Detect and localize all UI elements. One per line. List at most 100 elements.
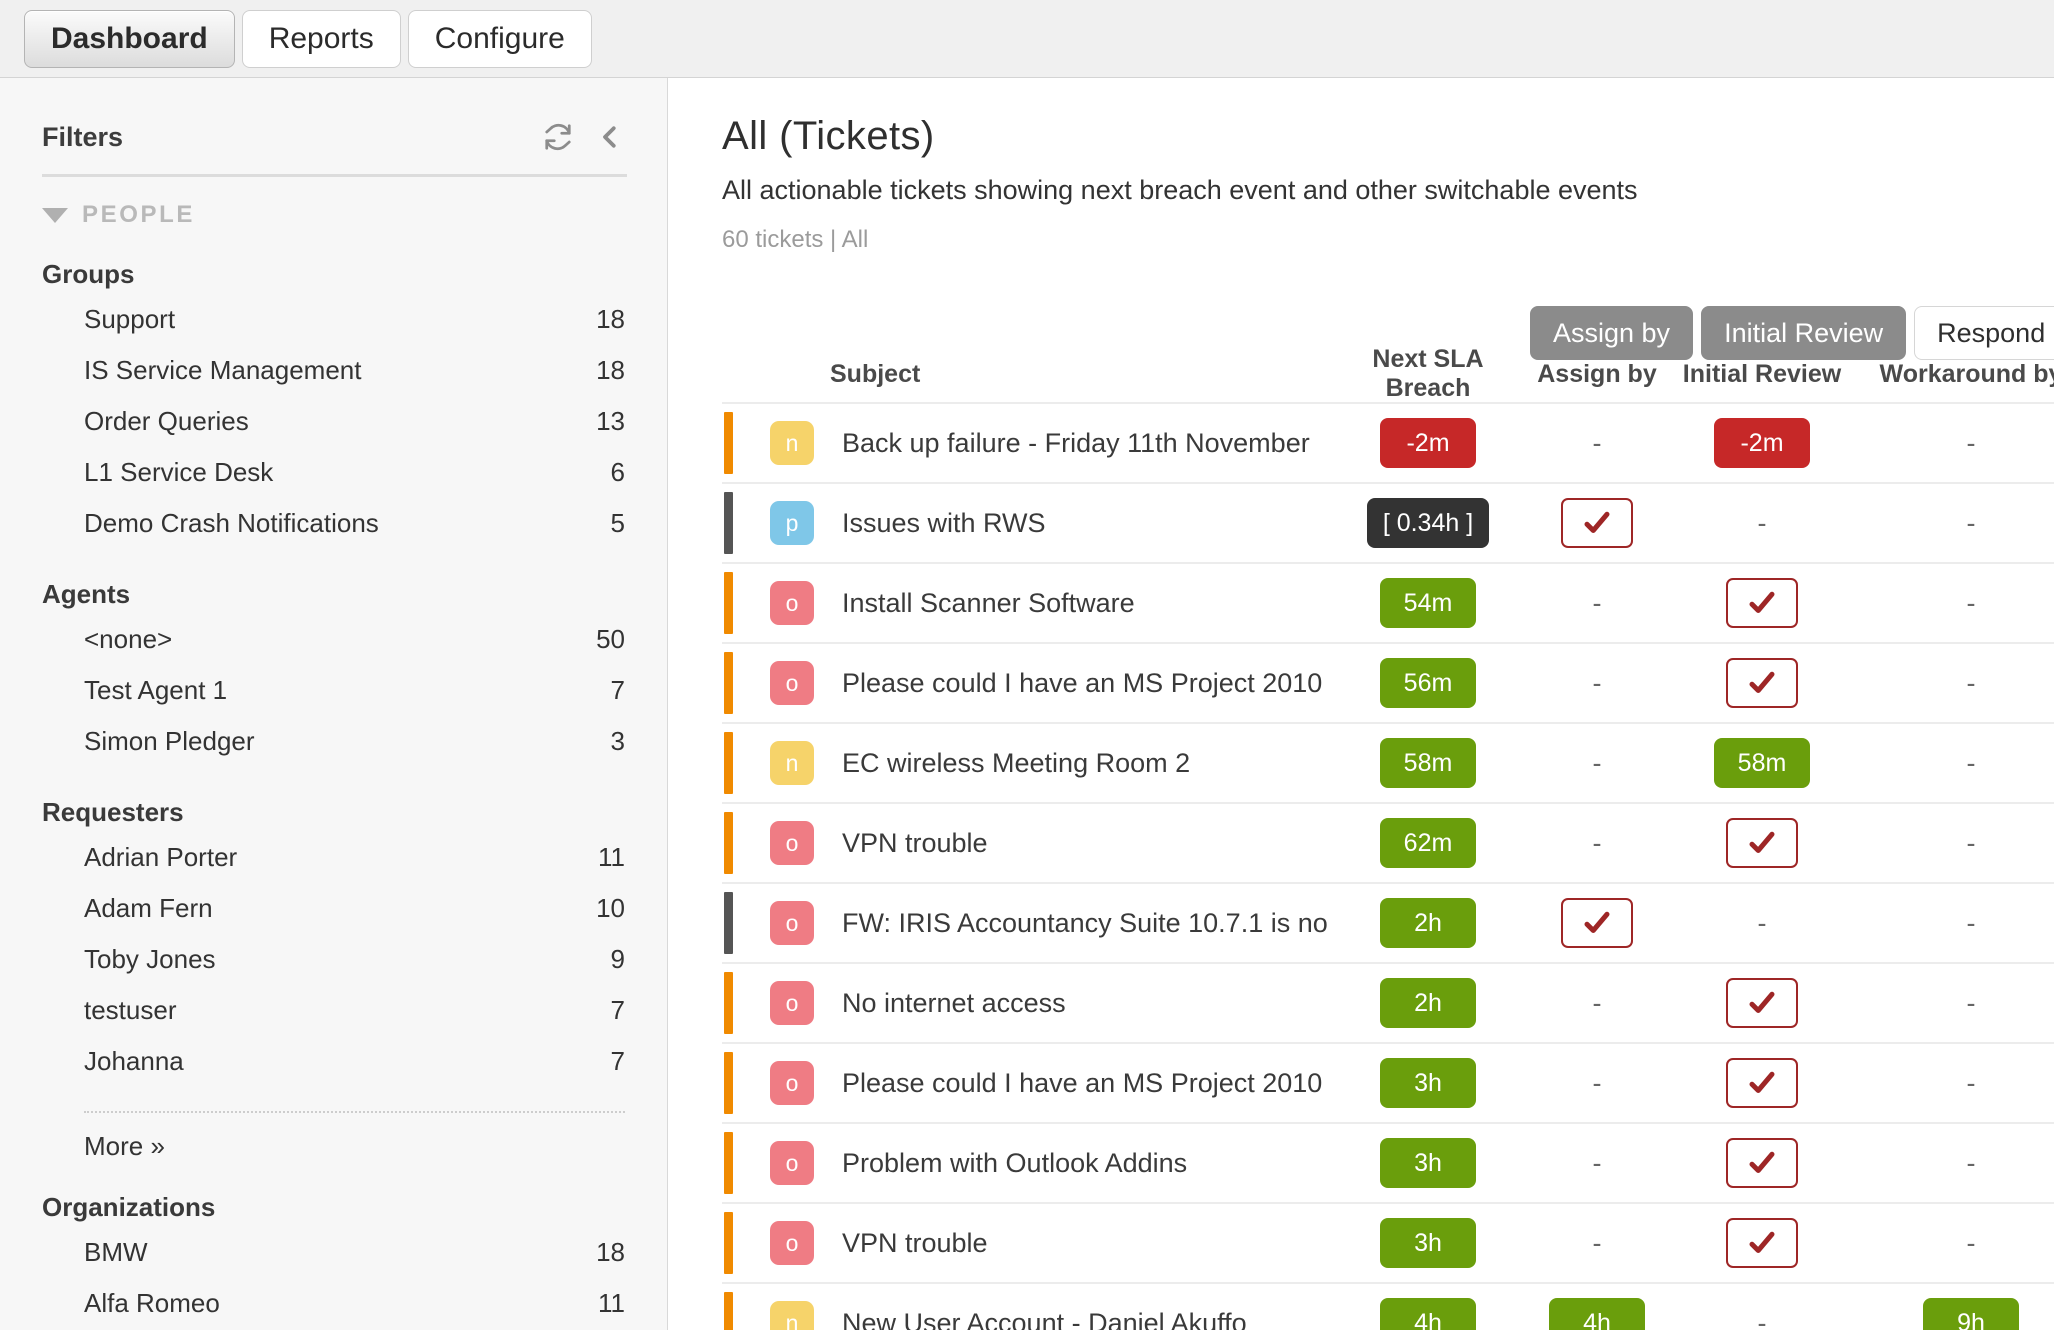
ticket-subject[interactable]: EC wireless Meeting Room 2	[830, 748, 1330, 779]
filter-item[interactable]: Simon Pledger 3	[42, 716, 627, 767]
priority-indicator-cell	[722, 892, 758, 954]
sla-badge[interactable]: 4h	[1380, 1298, 1476, 1330]
filter-item[interactable]: testuser 7	[42, 985, 627, 1036]
table-row[interactable]: o Install Scanner Software 54m - -	[722, 562, 2054, 642]
table-row[interactable]: o VPN trouble 62m - -	[722, 802, 2054, 882]
sla-badge[interactable]: 3h	[1380, 1218, 1476, 1268]
cell-workaround-by: -	[1856, 668, 2054, 699]
ticket-subject[interactable]: Please could I have an MS Project 2010 .…	[830, 1068, 1330, 1099]
filter-item-count: 5	[610, 508, 625, 538]
ticket-subject[interactable]: FW: IRIS Accountancy Suite 10.7.1 is no.…	[830, 908, 1330, 939]
sla-badge[interactable]: 54m	[1380, 578, 1476, 628]
cell-workaround-by: -	[1856, 1228, 2054, 1259]
sidebar-section-people[interactable]: PEOPLE	[42, 201, 627, 229]
table-row[interactable]: p Issues with RWS [ 0.34h ] - -	[722, 482, 2054, 562]
table-row[interactable]: o FW: IRIS Accountancy Suite 10.7.1 is no…	[722, 882, 2054, 962]
ticket-subject[interactable]: New User Account - Daniel Akuffo	[830, 1308, 1330, 1330]
cell-next-sla-breach: 58m	[1330, 738, 1526, 788]
toggle-respond[interactable]: Respond	[1914, 306, 2054, 360]
cell-next-sla-breach: 3h	[1330, 1058, 1526, 1108]
cell-assign-by: -	[1526, 588, 1668, 619]
filter-item[interactable]: Order Queries 13	[42, 396, 627, 447]
header-workaround-by[interactable]: Workaround by	[1856, 360, 2054, 389]
ticket-type-cell: n	[758, 421, 830, 465]
tab-configure[interactable]: Configure	[407, 10, 592, 68]
header-initial-review[interactable]: Initial Review	[1668, 360, 1856, 389]
filter-item[interactable]: Toby Jones 9	[42, 934, 627, 985]
filter-item[interactable]: Johanna 7	[42, 1036, 627, 1087]
header-next-sla-breach[interactable]: Next SLA Breach	[1330, 345, 1526, 403]
empty-value: -	[1966, 667, 1976, 698]
check-icon[interactable]	[1726, 1218, 1798, 1268]
header-subject[interactable]: Subject	[830, 360, 1330, 389]
toggle-initial-review[interactable]: Initial Review	[1701, 306, 1907, 360]
check-icon[interactable]	[1561, 898, 1633, 948]
sla-badge[interactable]: -2m	[1714, 418, 1810, 468]
sla-badge[interactable]: 62m	[1380, 818, 1476, 868]
filter-item[interactable]: Test Agent 1 7	[42, 665, 627, 716]
sla-badge[interactable]: 2h	[1380, 978, 1476, 1028]
priority-bar	[724, 892, 733, 954]
tab-dashboard[interactable]: Dashboard	[24, 10, 235, 68]
sla-badge[interactable]: 58m	[1714, 738, 1810, 788]
priority-indicator-cell	[722, 732, 758, 794]
sla-badge[interactable]: 3h	[1380, 1138, 1476, 1188]
sla-badge[interactable]: 2h	[1380, 898, 1476, 948]
ticket-subject[interactable]: VPN trouble	[830, 828, 1330, 859]
sla-badge[interactable]: 3h	[1380, 1058, 1476, 1108]
filter-item[interactable]: <none> 50	[42, 614, 627, 665]
empty-value: -	[1757, 507, 1767, 538]
table-row[interactable]: o Please could I have an MS Project 2010 …	[722, 642, 2054, 722]
more-link[interactable]: More »	[42, 1113, 165, 1162]
check-icon[interactable]	[1726, 818, 1798, 868]
cell-initial-review	[1668, 1218, 1856, 1268]
check-icon[interactable]	[1726, 1138, 1798, 1188]
table-row[interactable]: o Problem with Outlook Addins 3h - -	[722, 1122, 2054, 1202]
ticket-subject[interactable]: Back up failure - Friday 11th November	[830, 428, 1330, 459]
toggle-assign-by[interactable]: Assign by	[1530, 306, 1694, 360]
check-icon[interactable]	[1726, 658, 1798, 708]
cell-workaround-by: 9h	[1856, 1298, 2054, 1330]
filter-item-count: 7	[610, 1046, 625, 1076]
refresh-icon[interactable]	[541, 120, 575, 154]
ticket-subject[interactable]: No internet access	[830, 988, 1330, 1019]
table-row[interactable]: o No internet access 2h - -	[722, 962, 2054, 1042]
filter-item[interactable]: Adam Fern 10	[42, 883, 627, 934]
filter-item[interactable]: IS Service Management 18	[42, 345, 627, 396]
table-row[interactable]: o VPN trouble 3h - -	[722, 1202, 2054, 1282]
ticket-subject[interactable]: VPN trouble	[830, 1228, 1330, 1259]
sla-badge[interactable]: 56m	[1380, 658, 1476, 708]
main-content: All (Tickets) All actionable tickets sho…	[668, 78, 2054, 1330]
table-row[interactable]: n Back up failure - Friday 11th November -…	[722, 402, 2054, 482]
cell-workaround-by: -	[1856, 988, 2054, 1019]
chevron-left-icon[interactable]	[593, 120, 627, 154]
sla-badge[interactable]: 58m	[1380, 738, 1476, 788]
cell-next-sla-breach: 56m	[1330, 658, 1526, 708]
ticket-subject[interactable]: Please could I have an MS Project 2010 .…	[830, 668, 1330, 699]
sla-badge[interactable]: 9h	[1923, 1298, 2019, 1330]
ticket-subject[interactable]: Install Scanner Software	[830, 588, 1330, 619]
check-icon[interactable]	[1726, 1058, 1798, 1108]
ticket-subject[interactable]: Problem with Outlook Addins	[830, 1148, 1330, 1179]
table-row[interactable]: n New User Account - Daniel Akuffo 4h 4h - 9h	[722, 1282, 2054, 1330]
ticket-subject[interactable]: Issues with RWS	[830, 508, 1330, 539]
check-icon[interactable]	[1726, 978, 1798, 1028]
filter-item[interactable]: Support 18	[42, 294, 627, 345]
table-row[interactable]: o Please could I have an MS Project 2010 …	[722, 1042, 2054, 1122]
filter-group-list: Groups Support 18 IS Service Management 18 Or…	[42, 259, 627, 1330]
filter-item[interactable]: Adrian Porter 11	[42, 832, 627, 883]
check-icon[interactable]	[1726, 578, 1798, 628]
sla-badge[interactable]: 4h	[1549, 1298, 1645, 1330]
cell-assign-by	[1526, 898, 1668, 948]
filter-item[interactable]: Demo Crash Notifications 5	[42, 498, 627, 549]
tab-reports[interactable]: Reports	[241, 10, 401, 68]
header-assign-by[interactable]: Assign by	[1526, 360, 1668, 389]
sla-badge[interactable]: -2m	[1380, 418, 1476, 468]
filter-item-label: Demo Crash Notifications	[84, 508, 379, 538]
filter-item[interactable]: BMW 18	[42, 1227, 627, 1278]
table-row[interactable]: n EC wireless Meeting Room 2 58m - 58m -	[722, 722, 2054, 802]
filter-item[interactable]: L1 Service Desk 6	[42, 447, 627, 498]
sla-badge[interactable]: [ 0.34h ]	[1366, 498, 1490, 548]
filter-item[interactable]: Alfa Romeo 11	[42, 1278, 627, 1329]
check-icon[interactable]	[1561, 498, 1633, 548]
